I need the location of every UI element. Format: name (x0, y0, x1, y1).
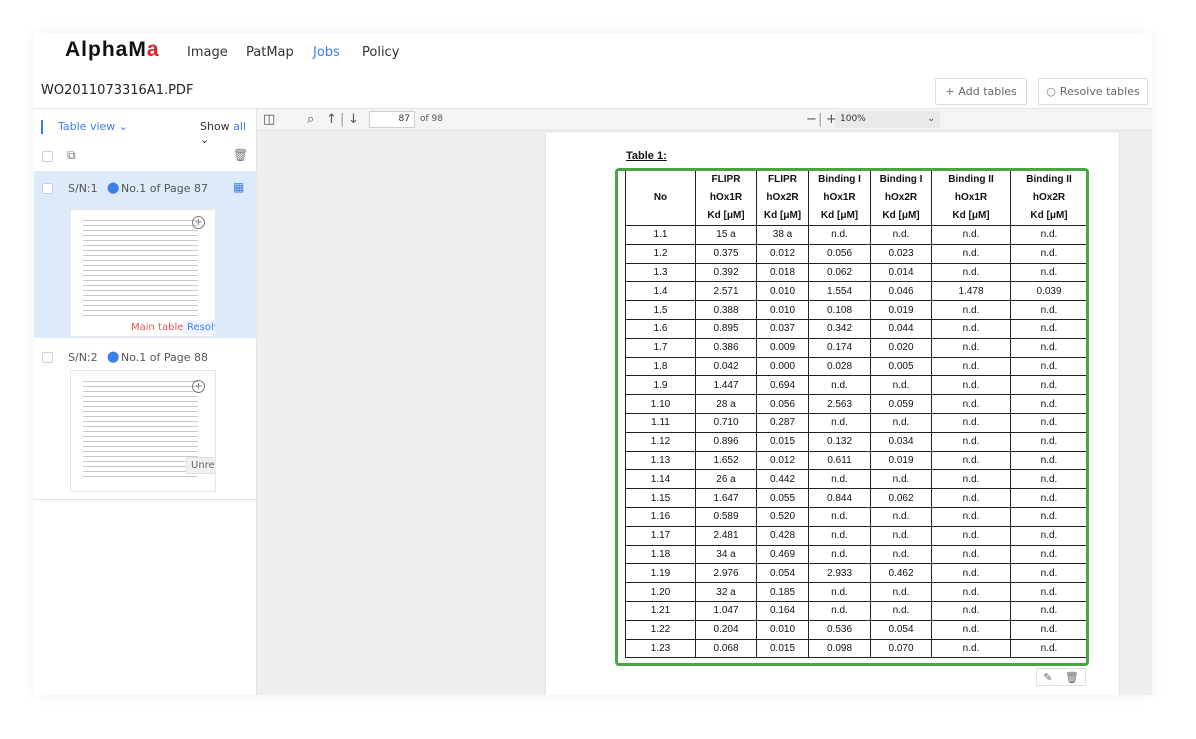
selection-actions: ✎ 🗑 (1036, 668, 1086, 686)
logo-text: AlphaM (65, 38, 147, 61)
item-sn: S/N:2 (68, 351, 98, 364)
logo[interactable]: AlphaMa (65, 38, 160, 62)
thumbnail-lines (83, 216, 198, 316)
plus-icon: + (945, 85, 955, 98)
add-tables-button[interactable]: + Add tables (935, 78, 1027, 105)
page-count: of 98 (420, 114, 443, 124)
sidebar-toggle-icon[interactable]: ◫ (263, 112, 275, 127)
zoom-in-icon[interactable]: + (192, 216, 205, 229)
top-nav: AlphaMa Image PatMap Jobs Policy (34, 33, 1152, 73)
resolve-tables-button[interactable]: ○ Resolve tables (1038, 78, 1148, 105)
location-pin-icon: ⬤ (107, 350, 120, 363)
add-tables-label: Add tables (958, 85, 1017, 98)
edit-table-icon[interactable]: ▦ (233, 180, 244, 194)
document-viewer: Table 1: FLIPR FLIPR Binding I Binding I Bin… (257, 131, 1152, 695)
thumbnail-lines (83, 377, 198, 477)
search-icon: ○ (1046, 85, 1056, 98)
nav-patmap[interactable]: PatMap (246, 45, 294, 60)
table-thumbnail[interactable]: + Unresolved (70, 370, 216, 492)
trash-icon[interactable]: 🗑 (1065, 671, 1079, 684)
chevron-down-icon: ⌄ (118, 120, 128, 133)
trash-icon[interactable]: 🗑 (233, 148, 248, 162)
show-value: all (233, 120, 247, 133)
arrow-down-icon[interactable]: ↓ (348, 112, 359, 127)
app-window: AlphaMa Image PatMap Jobs Policy WO20110… (34, 33, 1152, 695)
arrow-up-icon[interactable]: ↑ (326, 112, 337, 127)
zoom-select[interactable]: 100% ⌄ (835, 111, 940, 128)
table-view-label: Table view (58, 120, 116, 133)
panel-header: Table view ⌄ Show all ⌄ (34, 109, 257, 146)
item-checkbox[interactable] (42, 183, 53, 194)
table-thumbnail[interactable]: + Main table Resolved (70, 209, 216, 337)
table-caption: Table 1: (626, 150, 667, 162)
file-bar: WO2011073316A1.PDF + Add tables ○ Resolve … (34, 73, 1152, 109)
resolved-tag: Resolved (183, 320, 215, 335)
viewer-toolbar: ◫ ⌕ ↑ | ↓ 87 of 98 − | + 100% ⌄ (257, 109, 1152, 131)
edit-icon[interactable]: ✎ (1043, 671, 1052, 684)
divider: | (818, 112, 823, 127)
item-checkbox[interactable] (42, 352, 53, 363)
zoom-value: 100% (840, 114, 866, 124)
table-view-dropdown[interactable]: Table view ⌄ (58, 120, 128, 133)
active-bar (41, 120, 43, 134)
item-title[interactable]: No.1 of Page 87 (121, 182, 208, 195)
select-all-checkbox[interactable] (42, 151, 53, 162)
table-selection-box[interactable] (615, 168, 1089, 666)
zoom-out-icon[interactable]: − (806, 112, 817, 127)
show-label: Show (200, 120, 230, 133)
nav-jobs[interactable]: Jobs (313, 45, 340, 60)
nav-image[interactable]: Image (187, 45, 228, 60)
unresolved-tag: Unresolved (186, 457, 215, 474)
panel-tools: ⧉ 🗑 (34, 143, 257, 171)
item-sn: S/N:1 (68, 182, 98, 195)
chevron-down-icon: ⌄ (927, 114, 935, 124)
pdf-page: Table 1: FLIPR FLIPR Binding I Binding I Bin… (545, 133, 1120, 695)
table-list-item[interactable]: S/N:1 ⬤ No.1 of Page 87 ▦ + Main table R… (34, 171, 257, 338)
table-list-item[interactable]: S/N:2 ⬤ No.1 of Page 88 + Unresolved (34, 338, 257, 500)
table-list-panel: Table view ⌄ Show all ⌄ ⧉ 🗑 S/N:1 ⬤ No.1… (34, 109, 257, 695)
zoom-in-icon[interactable]: + (192, 380, 205, 393)
search-icon[interactable]: ⌕ (307, 112, 314, 127)
divider: | (340, 112, 345, 127)
location-pin-icon: ⬤ (107, 181, 120, 194)
page-number-input[interactable]: 87 (369, 111, 415, 128)
item-title[interactable]: No.1 of Page 88 (121, 351, 208, 364)
nav-policy[interactable]: Policy (362, 45, 399, 60)
file-name: WO2011073316A1.PDF (41, 83, 194, 98)
main-table-tag[interactable]: Main table (127, 320, 188, 335)
resolve-tables-label: Resolve tables (1059, 85, 1140, 98)
logo-accent: a (146, 38, 160, 61)
merge-icon[interactable]: ⧉ (67, 148, 76, 163)
